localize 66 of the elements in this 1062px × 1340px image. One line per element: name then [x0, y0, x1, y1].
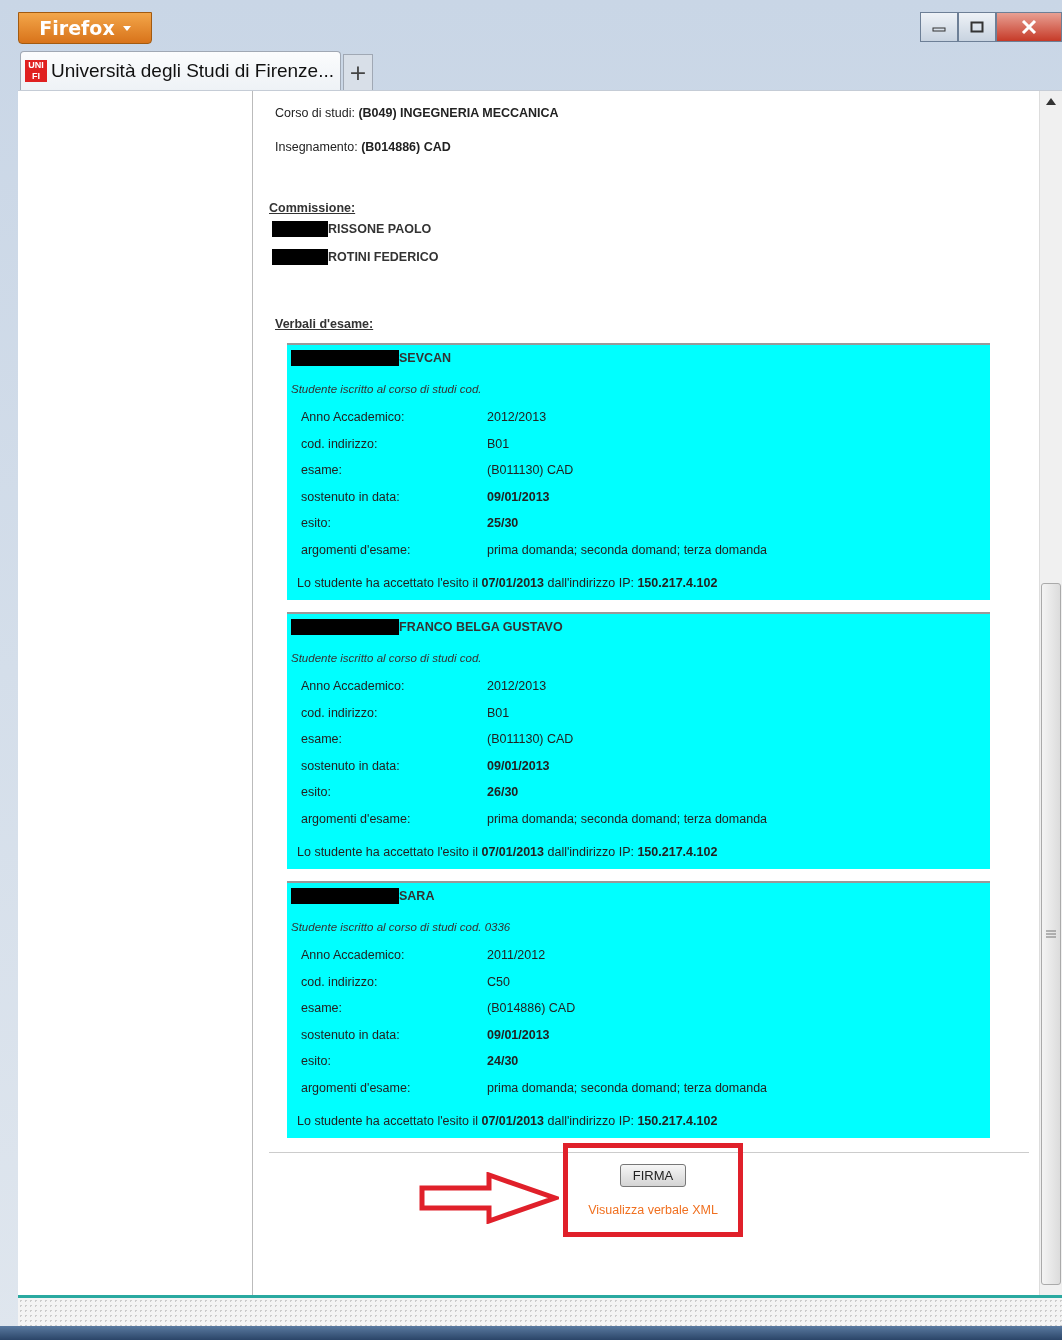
field-value: (B014886) CAD [487, 1000, 577, 1017]
field-label: sostenuto in data: [301, 1026, 401, 1043]
field-label: esame: [301, 462, 343, 479]
field-value: 24/30 [487, 1053, 520, 1070]
student-name: FRANCO BELGA GUSTAVO [399, 620, 563, 634]
field-label: sostenuto in data: [301, 757, 401, 774]
field-value: (B011130) CAD [487, 462, 575, 479]
field-value: B01 [487, 435, 511, 452]
field-value: 25/30 [487, 515, 520, 532]
acceptance-note: Lo studente ha accettato l'esito il 07/01/2013 dall'indirizzo IP: 150.217.4.102 [297, 1114, 719, 1128]
caret-icon [122, 25, 131, 31]
student-name: SARA [399, 889, 435, 903]
field-label: sostenuto in data: [301, 488, 401, 505]
acceptance-note: Lo studente ha accettato l'esito il 07/01/2013 dall'indirizzo IP: 150.217.4.102 [297, 845, 719, 859]
field-value: 09/01/2013 [487, 757, 551, 774]
field-value: 2011/2012 [487, 947, 547, 964]
field-value: 2012/2013 [487, 409, 548, 426]
field-label: esito: [301, 515, 332, 532]
field-label: cod. indirizzo: [301, 704, 379, 721]
field-label: argomenti d'esame: [301, 541, 412, 558]
field-label: argomenti d'esame: [301, 810, 412, 827]
section-heading: Commissione: [269, 201, 357, 215]
member-name: ROTINI FEDERICO [328, 250, 439, 264]
field-label: esame: [301, 1000, 343, 1017]
field-value: prima domanda; seconda domand; terza domanda [487, 810, 769, 827]
field-value: 09/01/2013 [487, 1026, 551, 1043]
field-value: B01 [487, 704, 511, 721]
acceptance-note: Lo studente ha accettato l'esito il 07/01/2013 dall'indirizzo IP: 150.217.4.102 [297, 576, 719, 590]
field-label: argomenti d'esame: [301, 1079, 412, 1096]
field-label: cod. indirizzo: [301, 973, 379, 990]
grip-icon [1046, 930, 1056, 938]
scroll-up-icon[interactable] [1046, 97, 1056, 105]
field-label: esame: [301, 731, 343, 748]
member-name: RISSONE PAOLO [328, 222, 432, 236]
minimize-button[interactable] [920, 12, 958, 42]
scrollbar[interactable] [1039, 91, 1062, 1295]
student-name: SEVCAN [399, 351, 452, 365]
site-favicon: UNI FI [25, 60, 47, 82]
field-label: esito: [301, 1053, 332, 1070]
enrollment-note: Studente iscritto al corso di studi cod. 0336 [291, 921, 512, 933]
maximize-button[interactable] [958, 12, 996, 42]
field-value: 09/01/2013 [487, 488, 551, 505]
sign-button[interactable]: FIRMA [619, 1163, 687, 1187]
close-button[interactable] [996, 12, 1062, 42]
field-value: prima domanda; seconda domand; terza domanda [487, 1079, 769, 1096]
field-value: (B011130) CAD [487, 731, 575, 748]
redaction-bar [272, 249, 328, 265]
field-value: C50 [487, 973, 511, 990]
field-value: 2012/2013 [487, 678, 548, 695]
field-label: cod. indirizzo: [301, 435, 379, 452]
new-tab-button[interactable]: + [343, 54, 373, 90]
field-value: prima domanda; seconda domand; terza domanda [487, 541, 769, 558]
enrollment-note: Studente iscritto al corso di studi cod. [291, 383, 483, 395]
scroll-thumb[interactable] [1041, 583, 1061, 1285]
field-label: esito: [301, 784, 332, 801]
field-label: Anno Accademico: [301, 409, 406, 426]
close-icon [1021, 20, 1037, 34]
redaction-bar [272, 221, 328, 237]
section-heading: Verbali d'esame: [275, 317, 375, 331]
field-label: Anno Accademico: [301, 947, 406, 964]
enrollment-note: Studente iscritto al corso di studi cod. [291, 652, 483, 664]
info-text: Corso di studi: (B049) INGEGNERIA MECCANICA [275, 105, 560, 121]
maximize-icon [970, 21, 984, 33]
info-text: Insegnamento: (B014886) CAD [275, 139, 452, 155]
field-value: 26/30 [487, 784, 520, 801]
field-label: Anno Accademico: [301, 678, 406, 695]
